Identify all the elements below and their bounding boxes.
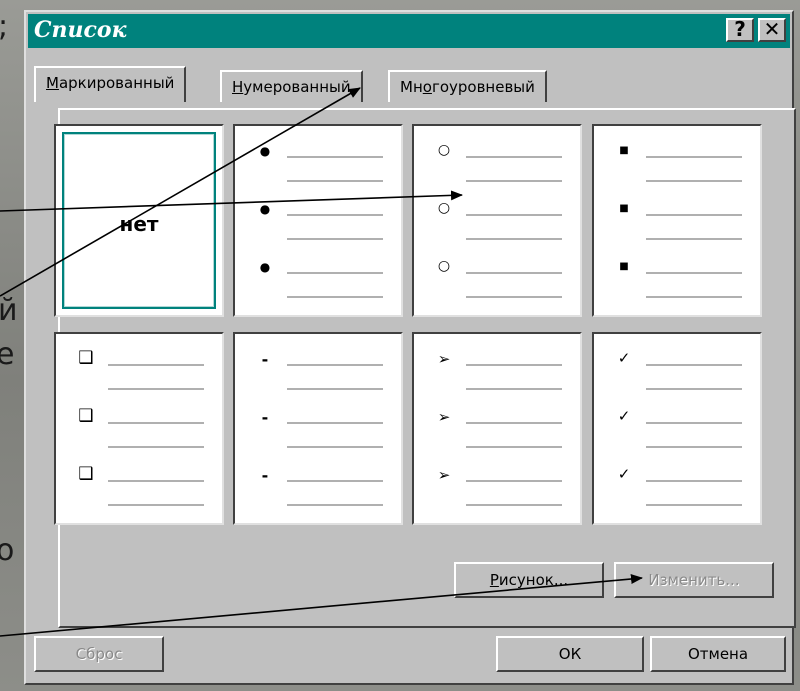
list-item: ■: [594, 198, 760, 240]
ok-button[interactable]: ОК: [496, 636, 644, 672]
list-item: ❑: [56, 464, 222, 506]
tab-outline-accesskey: о: [422, 78, 432, 96]
slide-text-fragment: о: [0, 533, 15, 568]
tab-outline[interactable]: Многоуровневый: [388, 70, 547, 102]
list-item: ●: [235, 256, 401, 298]
tab-outline-label-pre: Мн: [400, 78, 423, 96]
checkmark-icon: ✓: [617, 407, 631, 425]
slide-text-fragment: е: [0, 337, 15, 372]
list-item: ○: [414, 256, 580, 298]
close-button[interactable]: ✕: [758, 18, 786, 42]
list-item: ➢: [414, 464, 580, 506]
bullet-option-checkmark[interactable]: ✓ ✓ ✓: [592, 332, 762, 525]
square-icon: ■: [619, 203, 629, 214]
dot-icon: ●: [259, 144, 271, 158]
list-item: -: [235, 464, 401, 506]
list-item: ✓: [594, 464, 760, 506]
bullet-option-arrowhead[interactable]: ➢ ➢ ➢: [412, 332, 582, 525]
tab-outline-label: гоуровневый: [431, 78, 535, 96]
picture-button-accesskey: Р: [489, 571, 499, 589]
bullet-option-hollow-circle[interactable]: ○ ○ ○: [412, 124, 582, 317]
list-item: ■: [594, 256, 760, 298]
dash-icon: -: [261, 466, 269, 485]
slide-text-fragment: й: [0, 293, 18, 328]
box-icon: ❑: [78, 406, 94, 426]
list-item: ■: [594, 140, 760, 182]
list-item: ❑: [56, 406, 222, 448]
dialog-title: Список: [34, 17, 127, 43]
circle-icon: ○: [437, 258, 451, 274]
tab-numbered-accesskey: Н: [232, 78, 244, 96]
dash-icon: -: [261, 408, 269, 427]
list-item: ➢: [414, 406, 580, 448]
tab-numbered-label: умерованный: [243, 78, 351, 96]
box-icon: ❑: [78, 348, 94, 368]
title-bar[interactable]: Список ? ✕: [28, 14, 790, 48]
box-icon: ❑: [78, 464, 94, 484]
bullet-option-none[interactable]: нет: [54, 124, 224, 317]
reset-button[interactable]: Сброс: [34, 636, 164, 672]
list-item: -: [235, 406, 401, 448]
circle-icon: ○: [437, 142, 451, 158]
tab-bulleted-accesskey: М: [46, 74, 59, 92]
list-item: ❑: [56, 348, 222, 390]
square-icon: ■: [619, 261, 629, 272]
arrowhead-icon: ➢: [437, 408, 451, 426]
dot-icon: ●: [259, 202, 271, 216]
picture-button[interactable]: Рисунок...: [454, 562, 604, 598]
tab-bulleted-label: аркированный: [58, 74, 175, 92]
bullet-none-label: нет: [119, 212, 159, 236]
bullet-option-hollow-box[interactable]: ❑ ❑ ❑: [54, 332, 224, 525]
circle-icon: ○: [437, 200, 451, 216]
list-item: ✓: [594, 348, 760, 390]
tab-numbered[interactable]: Нумерованный: [220, 70, 363, 102]
square-icon: ■: [619, 145, 629, 156]
tab-bulleted[interactable]: Маркированный: [34, 66, 187, 102]
close-icon: ✕: [763, 17, 781, 41]
list-item: -: [235, 348, 401, 390]
picture-button-label: исунок...: [498, 571, 569, 589]
arrowhead-icon: ➢: [437, 350, 451, 368]
bullets-dialog: Список ? ✕ Маркированный Нумерованный Мн…: [24, 10, 796, 685]
dot-icon: ●: [259, 260, 271, 274]
list-item: ○: [414, 198, 580, 240]
checkmark-icon: ✓: [617, 349, 631, 367]
slide-text-fragment: ;: [0, 12, 8, 42]
dash-icon: -: [261, 350, 269, 369]
bullet-option-dash[interactable]: - - -: [233, 332, 403, 525]
list-item: ●: [235, 198, 401, 240]
bullet-option-filled-square[interactable]: ■ ■ ■: [592, 124, 762, 317]
bullet-option-filled-dot[interactable]: ● ● ●: [233, 124, 403, 317]
modify-button[interactable]: Изменить...: [614, 562, 774, 598]
help-button[interactable]: ?: [726, 18, 754, 42]
list-item: ➢: [414, 348, 580, 390]
checkmark-icon: ✓: [617, 465, 631, 483]
arrowhead-icon: ➢: [437, 466, 451, 484]
cancel-button[interactable]: Отмена: [650, 636, 786, 672]
list-item: ✓: [594, 406, 760, 448]
list-item: ○: [414, 140, 580, 182]
list-item: ●: [235, 140, 401, 182]
